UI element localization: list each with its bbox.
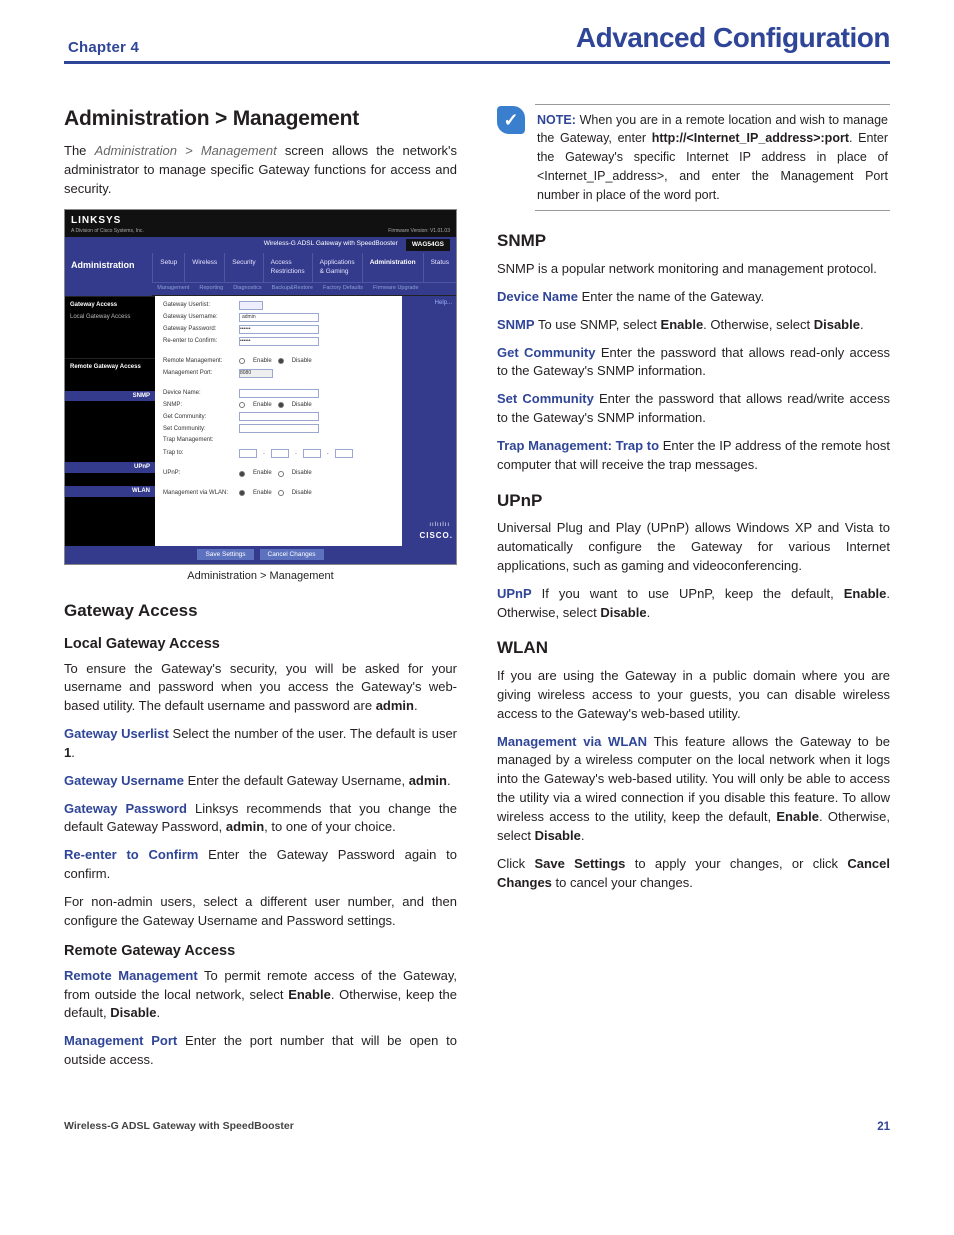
router-screenshot: LINKSYS A Division of Cisco Systems, Inc… (64, 209, 457, 565)
page-title: Advanced Configuration (576, 18, 890, 59)
tab-security[interactable]: Security (224, 253, 262, 282)
heading-local-gateway: Local Gateway Access (64, 634, 457, 655)
tab-apps[interactable]: Applications & Gaming (312, 253, 362, 282)
remote-enable-radio[interactable] (239, 358, 245, 364)
set-community-input[interactable] (239, 424, 319, 433)
password-input[interactable]: •••••• (239, 325, 319, 334)
note-box: ✓ NOTE: When you are in a remote locatio… (497, 104, 890, 212)
tab-access[interactable]: Access Restrictions (263, 253, 312, 282)
page-header: Chapter 4 Advanced Configuration (64, 18, 890, 64)
cancel-changes-button[interactable]: Cancel Changes (260, 549, 324, 560)
help-link[interactable]: Help... (402, 296, 456, 311)
get-community-input[interactable] (239, 412, 319, 421)
snmp-disable-radio[interactable] (278, 402, 284, 408)
upnp-enable-radio[interactable] (239, 471, 245, 477)
page-number: 21 (877, 1119, 890, 1136)
section-heading-admin-mgmt: Administration > Management (64, 104, 457, 134)
snmp-enable-radio[interactable] (239, 402, 245, 408)
remote-disable-radio[interactable] (278, 358, 284, 364)
userlist-select[interactable] (239, 301, 263, 310)
tab-setup[interactable]: Setup (152, 253, 184, 282)
heading-snmp: SNMP (497, 229, 890, 254)
cisco-logo: CISCO. (419, 530, 453, 542)
note-check-icon: ✓ (497, 106, 525, 134)
heading-wlan: WLAN (497, 636, 890, 661)
intro-paragraph: The Administration > Management screen a… (64, 142, 457, 199)
tab-wireless[interactable]: Wireless (184, 253, 224, 282)
mgmt-port-input[interactable]: 8080 (239, 369, 273, 378)
nonadmin-paragraph: For non-admin users, select a different … (64, 893, 457, 931)
left-column: Administration > Management The Administ… (64, 104, 457, 1079)
right-column: ✓ NOTE: When you are in a remote locatio… (497, 104, 890, 1079)
cisco-bars-icon: ıılıılıı (429, 521, 450, 530)
wlan-enable-radio[interactable] (239, 490, 245, 496)
figure-caption: Administration > Management (64, 569, 457, 585)
router-screenshot-figure: LINKSYS A Division of Cisco Systems, Inc… (64, 209, 457, 585)
device-name-input[interactable] (239, 389, 319, 398)
upnp-disable-radio[interactable] (278, 471, 284, 477)
save-settings-button[interactable]: Save Settings (197, 549, 253, 560)
heading-upnp: UPnP (497, 489, 890, 514)
brand-logo: LINKSYS (71, 214, 144, 229)
tab-status[interactable]: Status (423, 253, 456, 282)
wlan-disable-radio[interactable] (278, 490, 284, 496)
chapter-label: Chapter 4 (64, 37, 139, 59)
heading-gateway-access: Gateway Access (64, 599, 457, 624)
footer-product: Wireless-G ADSL Gateway with SpeedBooste… (64, 1119, 294, 1136)
local-gateway-paragraph: To ensure the Gateway's security, you wi… (64, 660, 457, 717)
heading-remote-gateway: Remote Gateway Access (64, 941, 457, 962)
reenter-input[interactable]: •••••• (239, 337, 319, 346)
tab-admin[interactable]: Administration (362, 253, 423, 282)
username-input[interactable]: admin (239, 313, 319, 322)
page-footer: Wireless-G ADSL Gateway with SpeedBooste… (64, 1119, 890, 1136)
